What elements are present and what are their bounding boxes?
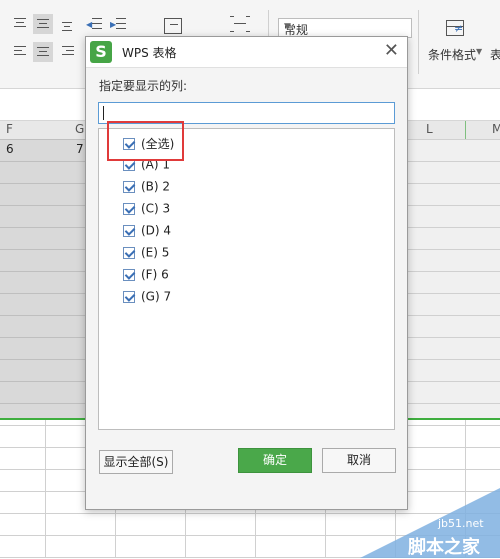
list-item-label: (D) 4: [141, 223, 172, 238]
list-item[interactable]: (D) 4: [123, 223, 171, 241]
wrap-text-icon[interactable]: [228, 14, 252, 36]
align-middle-icon[interactable]: [33, 14, 53, 34]
selected-cells-left[interactable]: [0, 139, 85, 418]
align-center-icon[interactable]: [33, 42, 53, 62]
align-bottom-icon[interactable]: [60, 16, 78, 32]
checkbox-checked-icon[interactable]: [123, 224, 135, 237]
list-item-label: (F) 6: [141, 267, 169, 282]
column-header-f[interactable]: F: [6, 122, 13, 136]
close-icon[interactable]: ✕: [384, 40, 399, 61]
truncated-toolbar-label[interactable]: 表: [490, 46, 500, 63]
wps-logo-icon: S: [90, 41, 112, 63]
checkbox-checked-icon[interactable]: [123, 268, 135, 281]
align-top-icon[interactable]: [12, 16, 30, 32]
checkbox-checked-icon[interactable]: [123, 202, 135, 215]
selected-cells-right[interactable]: [408, 139, 500, 418]
cancel-button[interactable]: 取消: [322, 448, 396, 473]
list-item-label: (C) 3: [141, 201, 171, 216]
number-format-select[interactable]: 常规 ▼: [278, 18, 412, 38]
chevron-down-icon: ▼: [476, 47, 483, 56]
column-header-g[interactable]: G: [75, 122, 84, 136]
list-item[interactable]: (E) 5: [123, 245, 169, 263]
list-item[interactable]: (C) 3: [123, 201, 170, 219]
chevron-down-icon: ▼: [284, 22, 291, 32]
increase-indent-icon[interactable]: ▶: [110, 16, 128, 32]
column-divider: [465, 121, 466, 141]
decrease-indent-icon[interactable]: ◀: [86, 16, 104, 32]
column-header-l[interactable]: L: [426, 122, 433, 136]
merge-center-icon[interactable]: [162, 16, 186, 38]
checkbox-checked-icon[interactable]: [123, 290, 135, 303]
watermark-name: 脚本之家: [408, 537, 480, 558]
ok-button[interactable]: 确定: [238, 448, 312, 473]
text-caret: [103, 106, 104, 120]
dialog-instruction: 指定要显示的列:: [99, 79, 188, 93]
checkbox-checked-icon[interactable]: [123, 180, 135, 193]
cell-f1[interactable]: 6: [6, 142, 14, 156]
list-item-label: (E) 5: [141, 245, 170, 260]
align-left-icon[interactable]: [12, 44, 30, 60]
list-item[interactable]: (F) 6: [123, 267, 169, 285]
conditional-format-icon[interactable]: ≠: [444, 18, 468, 40]
dialog-title: WPS 表格: [122, 46, 177, 60]
conditional-format-button[interactable]: 条件格式: [428, 46, 476, 63]
dialog-titlebar[interactable]: S WPS 表格 ✕: [86, 37, 407, 68]
list-item-label: (B) 2: [141, 179, 171, 194]
highlight-box: [107, 121, 184, 161]
list-item[interactable]: (B) 2: [123, 179, 170, 197]
show-all-button[interactable]: 显示全部(S): [99, 450, 173, 474]
cell-g1[interactable]: 7: [76, 142, 84, 156]
column-header-m[interactable]: M: [492, 122, 500, 136]
list-item[interactable]: (G) 7: [123, 289, 171, 307]
unhide-columns-dialog: S WPS 表格 ✕ 指定要显示的列: (全选) (A) 1 (B) 2 (C)…: [85, 36, 408, 510]
checkbox-checked-icon[interactable]: [123, 246, 135, 259]
align-right-icon[interactable]: [60, 44, 78, 60]
list-item-label: (G) 7: [141, 289, 172, 304]
watermark-url: jb51.net: [438, 517, 484, 530]
column-list[interactable]: (全选) (A) 1 (B) 2 (C) 3 (D) 4 (E) 5 (F) 6…: [98, 128, 395, 430]
